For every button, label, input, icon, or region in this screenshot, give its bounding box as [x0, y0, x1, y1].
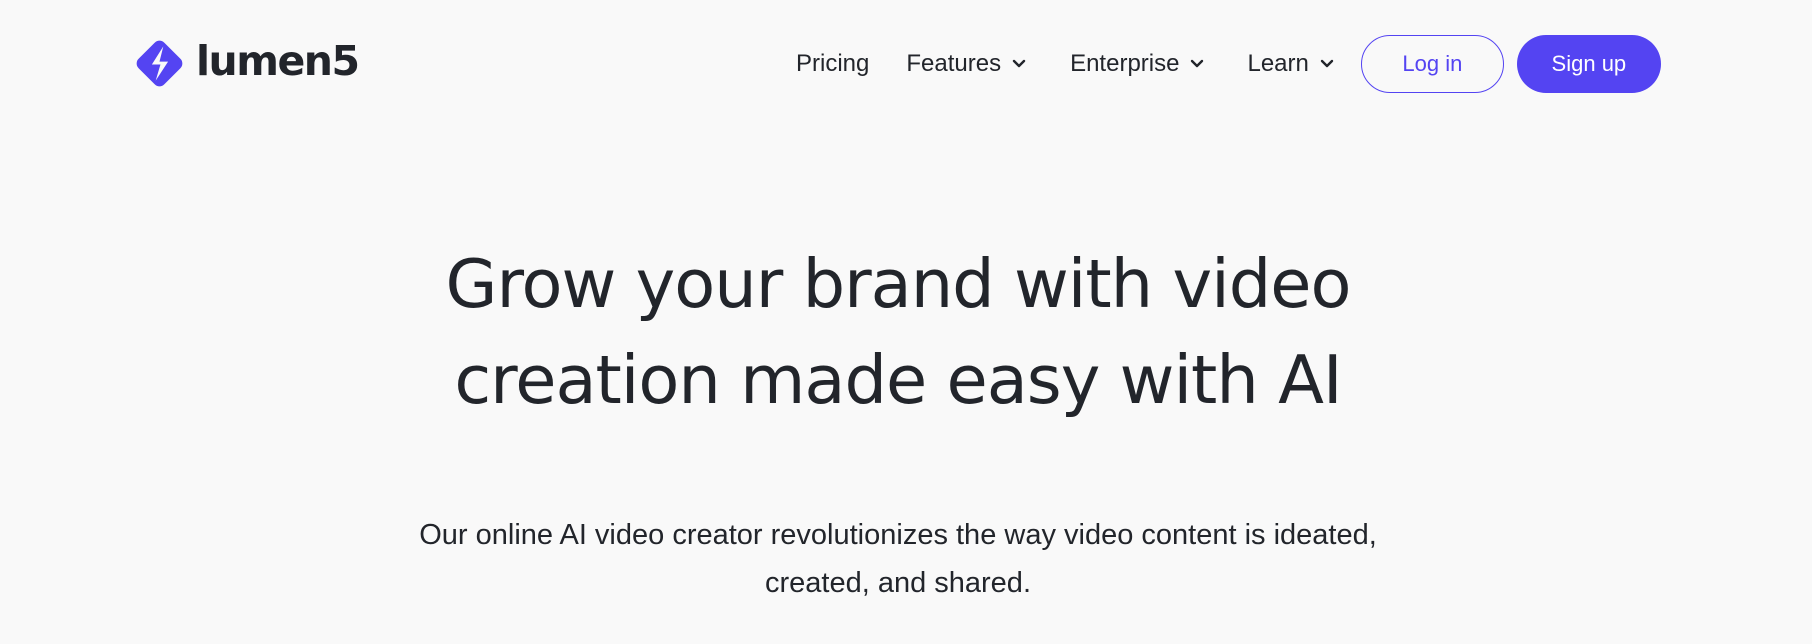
logo-link[interactable]: lumen5	[129, 33, 360, 94]
hero-title-line: creation made easy with AI	[454, 341, 1342, 419]
signup-button[interactable]: Sign up	[1516, 35, 1661, 93]
login-button[interactable]: Log in	[1360, 35, 1504, 93]
nav-item-label: Features	[906, 50, 1002, 77]
hero-title: Grow your brand with video creation made…	[0, 236, 1796, 428]
hero-subtitle: Our online AI video creator revolutioniz…	[0, 511, 1796, 607]
nav-item-label: Learn	[1247, 50, 1309, 77]
chevron-down-icon	[1012, 59, 1026, 68]
nav-item-features[interactable]: Features	[906, 50, 1026, 78]
hero-subtitle-line: created, and shared.	[764, 567, 1031, 599]
nav-item-learn[interactable]: Learn	[1247, 50, 1334, 78]
brand-name: lumen5	[196, 37, 360, 85]
chevron-down-icon	[1191, 59, 1204, 68]
nav-item-enterprise[interactable]: Enterprise	[1070, 50, 1204, 78]
site-header: lumen5 Pricing Features Enterprise Learn	[0, 0, 1812, 128]
page: lumen5 Pricing Features Enterprise Learn	[0, 0, 1812, 644]
main-nav: Pricing Features Enterprise Learn Log in…	[796, 34, 1661, 94]
nav-item-pricing[interactable]: Pricing	[796, 50, 869, 78]
hero-subtitle-line: Our online AI video creator revolutioniz…	[419, 519, 1377, 551]
lightning-bolt-diamond-icon	[136, 40, 183, 87]
nav-item-label: Enterprise	[1070, 50, 1180, 77]
nav-item-label: Pricing	[796, 50, 870, 77]
hero-title-line: Grow your brand with video	[445, 245, 1352, 323]
chevron-down-icon	[1320, 59, 1334, 68]
